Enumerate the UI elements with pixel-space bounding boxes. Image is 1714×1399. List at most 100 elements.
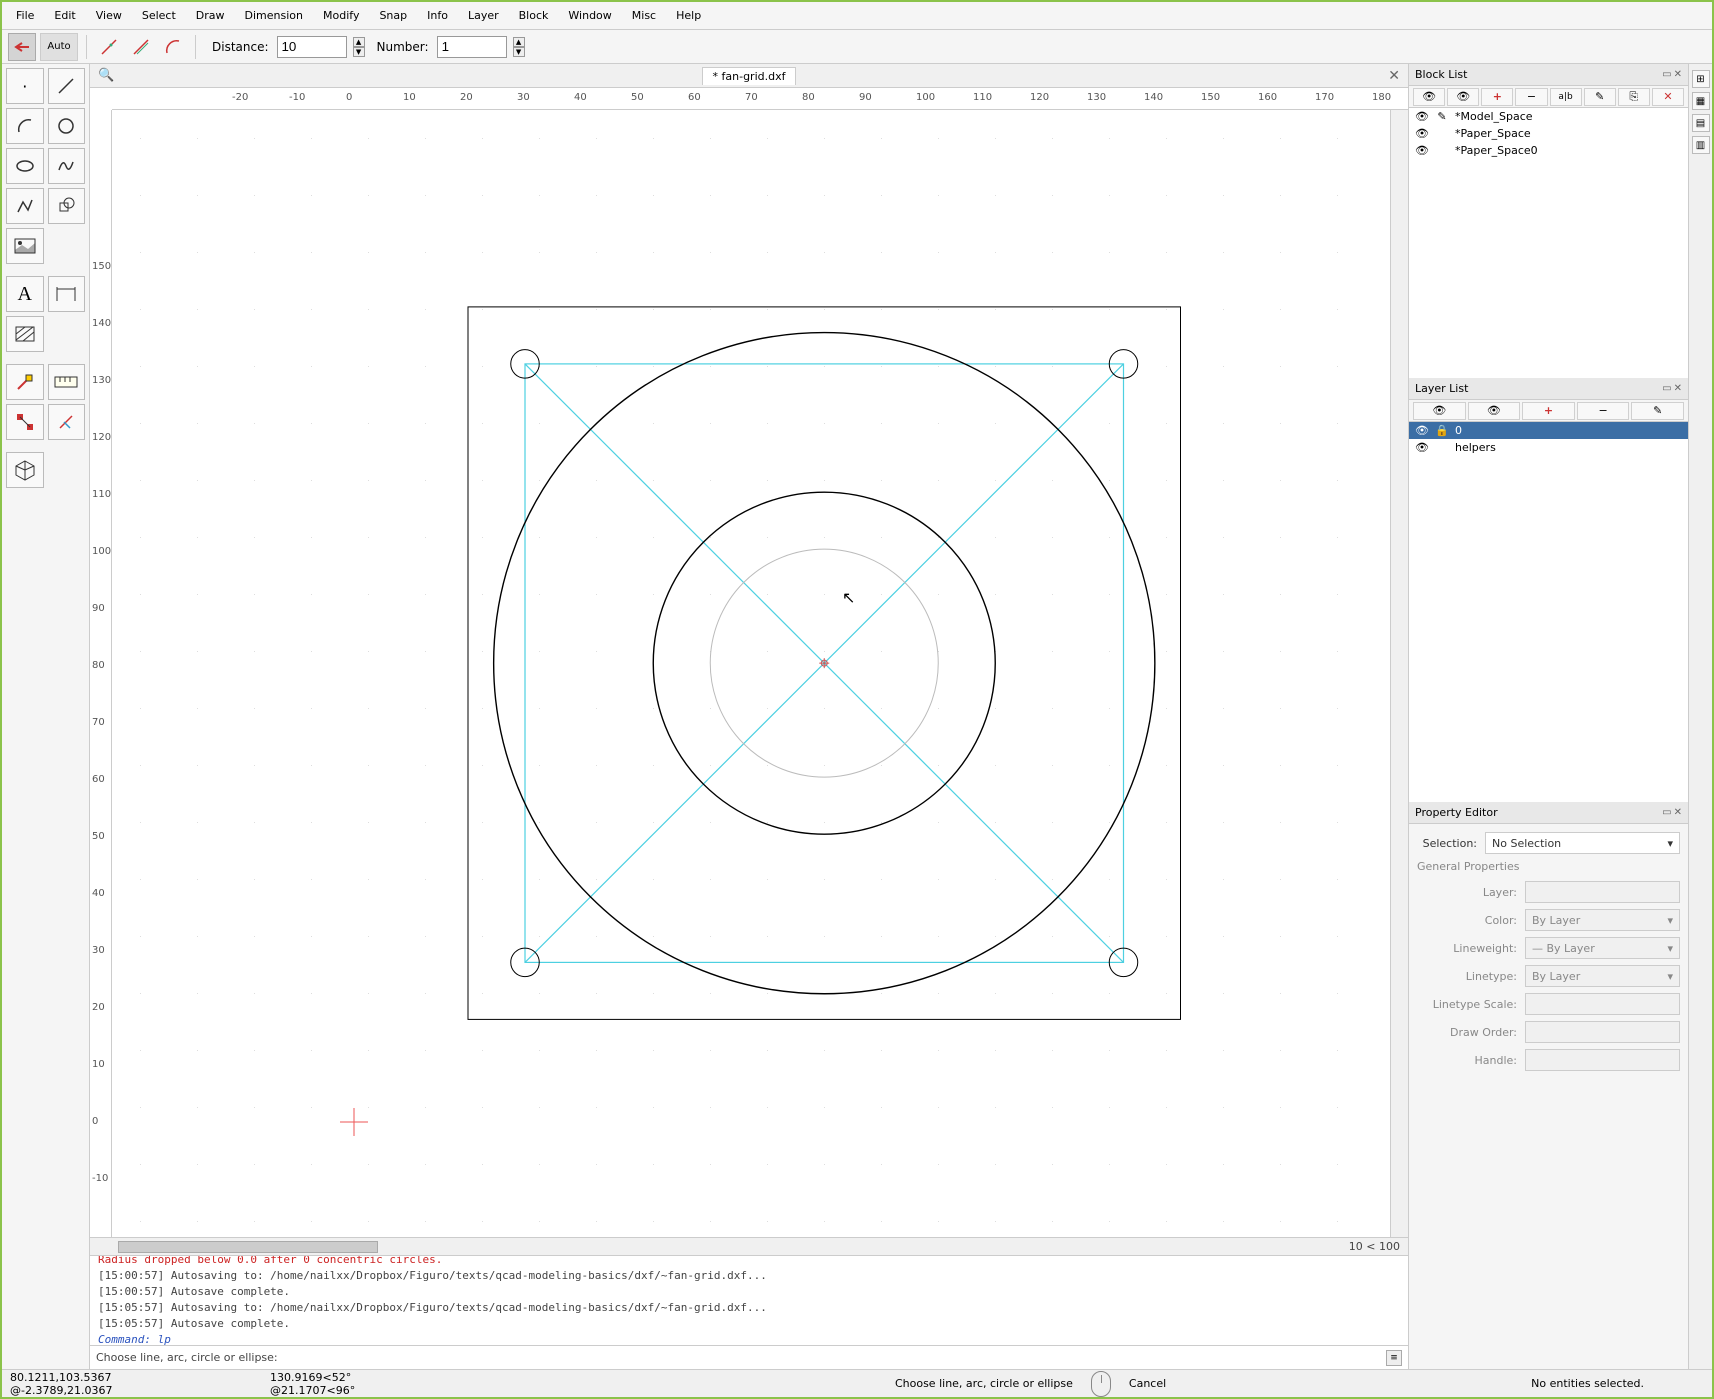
panel-float-icon[interactable]: ▭	[1662, 383, 1671, 394]
layer-remove-icon[interactable]: −	[1577, 402, 1630, 420]
menu-modify[interactable]: Modify	[313, 5, 369, 26]
hatch-tool-icon[interactable]	[6, 316, 44, 352]
point-tool-icon[interactable]: ·	[6, 68, 44, 104]
distance-spinner[interactable]: ▲▼	[353, 37, 365, 57]
line-tool-icon[interactable]	[48, 68, 86, 104]
property-field[interactable]: By Layer▾	[1525, 909, 1680, 931]
selection-label: Selection:	[1417, 837, 1477, 850]
block-add-icon[interactable]: +	[1481, 88, 1513, 106]
distance-input[interactable]	[277, 36, 347, 58]
menu-edit[interactable]: Edit	[44, 5, 85, 26]
parallel-distance-icon[interactable]	[127, 33, 155, 61]
layer-showall-icon[interactable]: 👁	[1413, 402, 1466, 420]
ellipse-tool-icon[interactable]	[6, 148, 44, 184]
arc-tool-icon[interactable]	[6, 108, 44, 144]
circle-tool-icon[interactable]	[48, 108, 86, 144]
close-icon[interactable]: ✕	[1388, 68, 1400, 84]
grid-info: 10 < 100	[1349, 1240, 1400, 1253]
status-hint: Choose line, arc, circle or ellipse	[895, 1377, 1073, 1390]
scrollbar-thumb[interactable]	[118, 1241, 378, 1253]
menu-snap[interactable]: Snap	[369, 5, 417, 26]
horizontal-scrollbar[interactable]: 10 < 100	[90, 1237, 1408, 1255]
layer-add-icon[interactable]: +	[1522, 402, 1575, 420]
view-tab-icon[interactable]: ▦	[1692, 92, 1710, 110]
info-tool-icon[interactable]	[48, 404, 86, 440]
panel-float-icon[interactable]: ▭	[1662, 69, 1671, 80]
menu-help[interactable]: Help	[666, 5, 711, 26]
menu-info[interactable]: Info	[417, 5, 458, 26]
image-tool-icon[interactable]	[6, 228, 44, 264]
menu-view[interactable]: View	[86, 5, 132, 26]
layer-list-title: Layer List ▭✕	[1409, 378, 1688, 400]
horizontal-ruler: -20-100102030405060708090100110120130140…	[112, 88, 1408, 110]
property-field[interactable]	[1525, 881, 1680, 903]
menu-dimension[interactable]: Dimension	[235, 5, 313, 26]
panel-float-icon[interactable]: ▭	[1662, 807, 1671, 818]
property-field[interactable]	[1525, 1021, 1680, 1043]
measure-tool-icon[interactable]	[48, 364, 86, 400]
property-editor-title: Property Editor ▭✕	[1409, 802, 1688, 824]
modify-tool-icon[interactable]	[6, 364, 44, 400]
tab-title: * fan-grid.dxf	[713, 70, 786, 83]
snap-auto-button[interactable]: Auto	[40, 33, 78, 61]
block-edit-icon[interactable]: ✎	[1584, 88, 1616, 106]
view-tab-icon[interactable]: ⊞	[1692, 70, 1710, 88]
block-remove-icon[interactable]: −	[1515, 88, 1547, 106]
block-freeze-icon[interactable]: 👁	[1447, 88, 1479, 106]
selection-status: No entities selected.	[1531, 1377, 1644, 1390]
spline-tool-icon[interactable]	[48, 148, 86, 184]
search-icon[interactable]: 🔍	[98, 68, 114, 83]
menu-window[interactable]: Window	[558, 5, 621, 26]
parallel-arc-icon[interactable]	[159, 33, 187, 61]
text-tool-icon[interactable]: A	[6, 276, 44, 312]
property-field[interactable]	[1525, 1049, 1680, 1071]
layer-list-item[interactable]: 👁 helpers	[1409, 439, 1688, 456]
block-list-label: Block List	[1415, 68, 1467, 81]
panel-close-icon[interactable]: ✕	[1674, 807, 1682, 818]
property-field[interactable]: By Layer▾	[1525, 965, 1680, 987]
polyline-tool-icon[interactable]	[6, 188, 44, 224]
back-arrow-icon[interactable]	[8, 33, 36, 61]
panel-close-icon[interactable]: ✕	[1674, 383, 1682, 394]
block-tool-icon[interactable]	[6, 452, 44, 488]
view-tab-icon[interactable]: ▥	[1692, 136, 1710, 154]
property-field[interactable]: — By Layer▾	[1525, 937, 1680, 959]
panel-close-icon[interactable]: ✕	[1674, 69, 1682, 80]
layer-list-item[interactable]: 👁🔒0	[1409, 422, 1688, 439]
menu-file[interactable]: File	[6, 5, 44, 26]
block-close-icon[interactable]: ✕	[1652, 88, 1684, 106]
menu-block[interactable]: Block	[509, 5, 559, 26]
history-icon[interactable]: ≡	[1386, 1350, 1402, 1366]
dimension-tool-icon[interactable]	[48, 276, 86, 312]
block-list-body[interactable]: 👁✎*Model_Space👁*Paper_Space👁*Paper_Space…	[1409, 108, 1688, 378]
menu-select[interactable]: Select	[132, 5, 186, 26]
command-input[interactable]	[286, 1352, 1386, 1364]
number-input[interactable]	[437, 36, 507, 58]
view-tab-icon[interactable]: ▤	[1692, 114, 1710, 132]
number-spinner[interactable]: ▲▼	[513, 37, 525, 57]
relative-coordinate: @-2.3789,21.0367	[10, 1384, 270, 1397]
layer-edit-icon[interactable]: ✎	[1631, 402, 1684, 420]
snap-tool-icon[interactable]	[6, 404, 44, 440]
relative-polar-coordinate: @21.1707<96°	[270, 1384, 530, 1397]
vertical-scrollbar[interactable]	[1390, 110, 1408, 1237]
block-list-item[interactable]: 👁*Paper_Space	[1409, 125, 1688, 142]
selection-dropdown[interactable]: No Selection ▾	[1485, 832, 1680, 854]
block-rename-icon[interactable]: a|b	[1550, 88, 1582, 106]
cancel-hint: Cancel	[1129, 1377, 1166, 1390]
block-visible-icon[interactable]: 👁	[1413, 88, 1445, 106]
drawing-canvas[interactable]: ↖	[112, 110, 1390, 1237]
block-list-item[interactable]: 👁✎*Model_Space	[1409, 108, 1688, 125]
block-list-item[interactable]: 👁*Paper_Space0	[1409, 142, 1688, 159]
block-insert-icon[interactable]: ⎘	[1618, 88, 1650, 106]
menu-layer[interactable]: Layer	[458, 5, 509, 26]
property-field[interactable]	[1525, 993, 1680, 1015]
parallel-through-icon[interactable]	[95, 33, 123, 61]
property-editor-body: Selection: No Selection ▾ General Proper…	[1409, 824, 1688, 1085]
shape-tool-icon[interactable]	[48, 188, 86, 224]
layer-hideall-icon[interactable]: 👁	[1468, 402, 1521, 420]
layer-list-body[interactable]: 👁🔒0👁 helpers	[1409, 422, 1688, 802]
document-tab[interactable]: * fan-grid.dxf	[702, 67, 797, 85]
menu-misc[interactable]: Misc	[622, 5, 666, 26]
menu-draw[interactable]: Draw	[186, 5, 235, 26]
